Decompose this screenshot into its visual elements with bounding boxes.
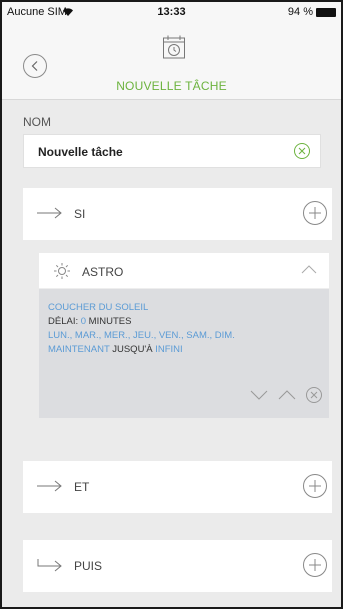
et-section: ET: [23, 461, 332, 513]
plus-circle-icon: [303, 201, 327, 225]
si-row: SI: [23, 188, 332, 240]
arrow-return-icon: [37, 558, 63, 577]
chevron-down-icon: [250, 390, 268, 400]
name-value[interactable]: Nouvelle tâche: [38, 145, 123, 159]
chevron-left-icon: [31, 61, 38, 71]
sun-icon: [53, 262, 71, 285]
move-down-button[interactable]: [249, 388, 269, 402]
period-join: JUSQU'À: [109, 344, 156, 355]
event-text[interactable]: COUCHER DU SOLEIL: [48, 301, 235, 315]
period-line: MAINTENANT JUSQU'À INFINI: [48, 343, 235, 357]
name-label: NOM: [23, 115, 51, 129]
plus-circle-icon: [303, 553, 327, 577]
task-editor: NOM Nouvelle tâche SI ASTRO COUCHER DU S…: [2, 101, 341, 607]
et-row: ET: [23, 461, 332, 513]
nav-header: NOUVELLE TÂCHE: [2, 22, 341, 100]
delay-unit: MINUTES: [86, 316, 132, 327]
si-section: SI ASTRO COUCHER DU SOLEIL DÉLAI: 0 MINU…: [23, 188, 332, 435]
si-label: SI: [74, 207, 86, 221]
arrow-right-icon: [37, 479, 63, 497]
chevron-up-icon: [301, 265, 317, 274]
period-start[interactable]: MAINTENANT: [48, 344, 110, 355]
page-title: NOUVELLE TÂCHE: [116, 79, 227, 93]
delete-condition-button[interactable]: [305, 386, 323, 404]
collapse-button[interactable]: [301, 263, 317, 281]
close-circle-icon: [306, 387, 322, 403]
astro-condition-header[interactable]: ASTRO: [39, 253, 329, 289]
move-up-button[interactable]: [277, 388, 297, 402]
delay-label: DÉLAI:: [48, 316, 81, 327]
astro-condition: ASTRO COUCHER DU SOLEIL DÉLAI: 0 MINUTES: [39, 253, 329, 418]
back-button[interactable]: [23, 54, 47, 78]
battery-icon: [316, 8, 336, 17]
delay-line: DÉLAI: 0 MINUTES: [48, 315, 235, 329]
add-si-button[interactable]: [302, 200, 328, 231]
status-bar: Aucune SIM 13:33 94 %: [2, 2, 341, 22]
puis-section: PUIS: [23, 540, 332, 592]
astro-label: ASTRO: [82, 265, 124, 279]
name-field[interactable]: Nouvelle tâche: [23, 134, 321, 168]
clear-icon[interactable]: [293, 142, 311, 165]
et-label: ET: [74, 480, 90, 494]
condition-actions: [249, 383, 323, 407]
arrow-right-icon: [37, 206, 63, 224]
chevron-up-icon: [278, 390, 296, 400]
battery-percent: 94 %: [287, 6, 313, 18]
add-et-button[interactable]: [302, 473, 328, 504]
period-end[interactable]: INFINI: [155, 344, 182, 355]
add-puis-button[interactable]: [302, 552, 328, 583]
plus-circle-icon: [303, 474, 327, 498]
astro-details: COUCHER DU SOLEIL DÉLAI: 0 MINUTES LUN.,…: [48, 301, 235, 357]
phone-screen: Aucune SIM 13:33 94 % NOUVELLE TÂCHE NOM…: [0, 0, 343, 609]
puis-label: PUIS: [74, 559, 103, 573]
condition-container: ASTRO COUCHER DU SOLEIL DÉLAI: 0 MINUTES: [23, 240, 332, 435]
calendar-clock-icon: [162, 34, 186, 65]
days-text[interactable]: LUN., MAR., MER., JEU., VEN., SAM., DIM.: [48, 329, 235, 343]
puis-row: PUIS: [23, 540, 332, 592]
